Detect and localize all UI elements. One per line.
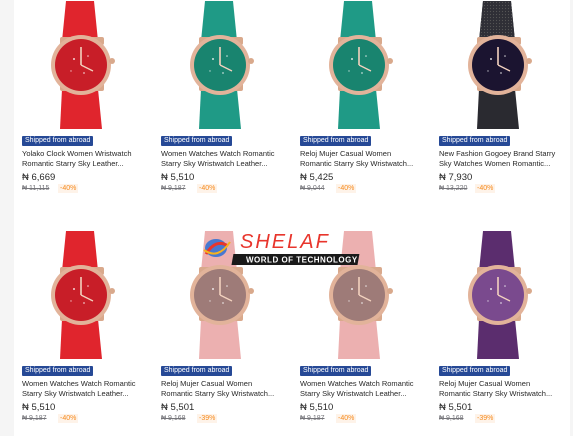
product-card[interactable]: Shipped from abroad Women Watches Watch R…	[153, 0, 287, 215]
shipped-from-abroad-badge: Shipped from abroad	[300, 366, 372, 376]
product-old-price: ₦ 13,220	[439, 185, 468, 192]
product-title[interactable]: Women Watches Watch Romantic Starry Sky …	[300, 379, 418, 399]
product-card[interactable]: Shipped from abroad Yolako Clock Women Wr…	[14, 0, 148, 215]
discount-badge: -40%	[336, 414, 357, 423]
product-image[interactable]	[437, 230, 559, 360]
product-title[interactable]: New Fashion Gogoey Brand Starry Sky Watc…	[439, 149, 557, 169]
product-old-price: ₦ 9,044	[300, 185, 325, 192]
product-image[interactable]	[437, 0, 559, 130]
shipped-from-abroad-badge: Shipped from abroad	[161, 366, 233, 376]
product-old-price: ₦ 9,168	[161, 415, 186, 422]
product-price: ₦ 5,510	[22, 402, 56, 413]
product-price: ₦ 6,669	[22, 172, 56, 183]
shipped-from-abroad-badge: Shipped from abroad	[439, 366, 511, 376]
product-title[interactable]: Reloj Mujer Casual Women Romantic Starry…	[161, 379, 279, 399]
product-old-price: ₦ 9,187	[161, 185, 186, 192]
watermark-brand: SHELAF	[240, 231, 330, 253]
discount-badge: -40%	[475, 184, 496, 193]
product-price: ₦ 7,930	[439, 172, 473, 183]
product-title[interactable]: Reloj Mujer Casual Women Romantic Starry…	[300, 149, 418, 169]
product-title[interactable]: Reloj Mujer Casual Women Romantic Starry…	[439, 379, 557, 399]
product-card[interactable]: Shipped from abroad Reloj Mujer Casual Wo…	[292, 0, 426, 215]
product-old-price: ₦ 9,168	[439, 415, 464, 422]
product-price: ₦ 5,510	[161, 172, 195, 183]
product-image[interactable]	[20, 0, 142, 130]
product-image[interactable]	[298, 0, 420, 130]
discount-badge: -40%	[58, 414, 79, 423]
discount-badge: -40%	[336, 184, 357, 193]
product-card[interactable]: Shipped from abroad Women Watches Watch R…	[14, 230, 148, 436]
shelaf-watermark-logo: SHELAF WORLD OF TECHNOLOGY	[203, 231, 360, 265]
product-price: ₦ 5,510	[300, 402, 334, 413]
product-listing-page: Shipped from abroad Yolako Clock Women Wr…	[0, 0, 573, 436]
discount-badge: -39%	[475, 414, 496, 423]
discount-badge: -40%	[58, 184, 79, 193]
shipped-from-abroad-badge: Shipped from abroad	[300, 136, 372, 146]
product-title[interactable]: Women Watches Watch Romantic Starry Sky …	[22, 379, 140, 399]
product-price: ₦ 5,425	[300, 172, 334, 183]
product-image[interactable]	[159, 0, 281, 130]
shipped-from-abroad-badge: Shipped from abroad	[439, 136, 511, 146]
product-card[interactable]: Shipped from abroad New Fashion Gogoey Br…	[431, 0, 565, 215]
shipped-from-abroad-badge: Shipped from abroad	[161, 136, 233, 146]
discount-badge: -39%	[197, 414, 218, 423]
product-old-price: ₦ 9,187	[22, 415, 47, 422]
product-card[interactable]: Shipped from abroad Reloj Mujer Casual Wo…	[431, 230, 565, 436]
watermark-tagline: WORLD OF TECHNOLOGY	[246, 256, 358, 265]
shipped-from-abroad-badge: Shipped from abroad	[22, 136, 94, 146]
product-price: ₦ 5,501	[439, 402, 473, 413]
product-price: ₦ 5,501	[161, 402, 195, 413]
discount-badge: -40%	[197, 184, 218, 193]
product-old-price: ₦ 9,187	[300, 415, 325, 422]
product-title[interactable]: Women Watches Watch Romantic Starry Sky …	[161, 149, 279, 169]
product-grid: Shipped from abroad Yolako Clock Women Wr…	[14, 0, 570, 436]
product-old-price: ₦ 11,115	[22, 185, 50, 192]
product-title[interactable]: Yolako Clock Women Wristwatch Romantic S…	[22, 149, 140, 169]
product-image[interactable]	[20, 230, 142, 360]
shipped-from-abroad-badge: Shipped from abroad	[22, 366, 94, 376]
